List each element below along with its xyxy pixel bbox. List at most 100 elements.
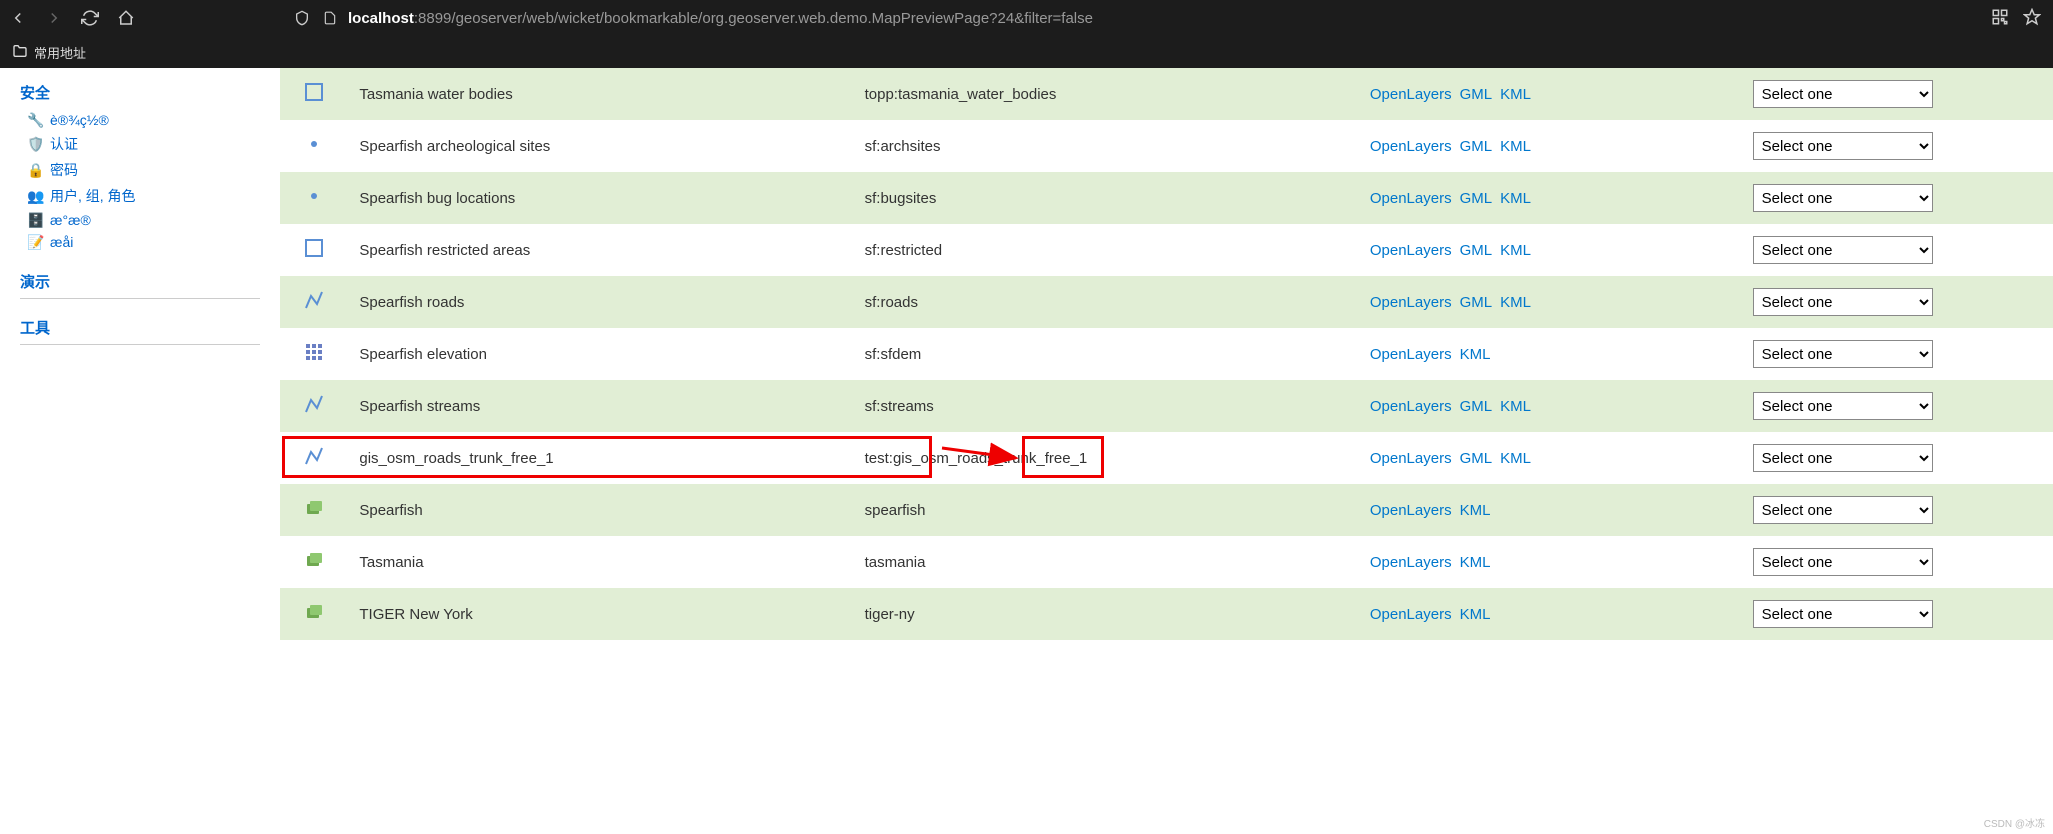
kml-link[interactable]: KML — [1460, 606, 1491, 623]
format-select[interactable]: Select one — [1753, 600, 1933, 628]
gml-link[interactable]: GML — [1460, 294, 1493, 311]
type-icon-cell — [280, 224, 347, 276]
formats-cell: OpenLayers GML KML — [1358, 172, 1741, 224]
formats-cell: OpenLayers GML KML — [1358, 224, 1741, 276]
layer-name: test:gis_osm_roads_trunk_free_1 — [853, 432, 1358, 484]
layer-name: sf:roads — [853, 276, 1358, 328]
sidebar-item-label: æ°æ® — [50, 212, 91, 228]
sidebar-tools-header[interactable]: 工具 — [20, 311, 260, 345]
gml-link[interactable]: GML — [1460, 190, 1493, 207]
table-row: Spearfish streams sf:streams OpenLayersG… — [280, 380, 2053, 432]
table-row: gis_osm_roads_trunk_free_1 test:gis_osm_… — [280, 432, 2053, 484]
layer-title: gis_osm_roads_trunk_free_1 — [347, 432, 852, 484]
openlayers-link[interactable]: OpenLayers — [1370, 606, 1452, 623]
layer-title: TIGER New York — [347, 588, 852, 640]
kml-link[interactable]: KML — [1500, 294, 1531, 311]
format-select[interactable]: Select one — [1753, 548, 1933, 576]
format-select[interactable]: Select one — [1753, 392, 1933, 420]
table-row: Spearfish elevation sf:sfdem OpenLayersK… — [280, 328, 2053, 380]
gml-link[interactable]: GML — [1460, 398, 1493, 415]
type-icon-cell — [280, 536, 347, 588]
table-row: Spearfish archeological sites sf:archsit… — [280, 120, 2053, 172]
format-select[interactable]: Select one — [1753, 80, 1933, 108]
layer-name: spearfish — [853, 484, 1358, 536]
layer-title: Spearfish archeological sites — [347, 120, 852, 172]
sidebar-item-5[interactable]: 📝æåi — [20, 231, 260, 253]
format-select[interactable]: Select one — [1753, 288, 1933, 316]
openlayers-link[interactable]: OpenLayers — [1370, 86, 1452, 103]
formats-cell: OpenLayers KML — [1358, 588, 1741, 640]
table-row: Spearfish restricted areas sf:restricted… — [280, 224, 2053, 276]
table-row: TIGER New York tiger-ny OpenLayersKML Se… — [280, 588, 2053, 640]
sidebar-item-0[interactable]: 🔧 è®¾ç½® — [20, 109, 260, 131]
layer-name: topp:tasmania_water_bodies — [853, 68, 1358, 120]
lock-icon: 🔒 — [28, 162, 44, 178]
back-icon[interactable] — [8, 8, 28, 28]
star-icon[interactable] — [2023, 8, 2041, 29]
openlayers-link[interactable]: OpenLayers — [1370, 502, 1452, 519]
kml-link[interactable]: KML — [1500, 86, 1531, 103]
reload-icon[interactable] — [80, 8, 100, 28]
layer-name: sf:streams — [853, 380, 1358, 432]
format-select[interactable]: Select one — [1753, 340, 1933, 368]
sidebar-item-3[interactable]: 👥用户, 组, 角色 — [20, 183, 260, 209]
shield-url-icon[interactable] — [292, 8, 312, 28]
gml-link[interactable]: GML — [1460, 242, 1493, 259]
forward-icon — [44, 8, 64, 28]
kml-link[interactable]: KML — [1460, 346, 1491, 363]
openlayers-link[interactable]: OpenLayers — [1370, 190, 1452, 207]
openlayers-link[interactable]: OpenLayers — [1370, 294, 1452, 311]
openlayers-link[interactable]: OpenLayers — [1370, 242, 1452, 259]
openlayers-link[interactable]: OpenLayers — [1370, 450, 1452, 467]
kml-link[interactable]: KML — [1500, 450, 1531, 467]
sidebar-security-header[interactable]: 安全 — [20, 76, 260, 109]
formats-cell: OpenLayers GML KML — [1358, 68, 1741, 120]
format-select[interactable]: Select one — [1753, 236, 1933, 264]
formats-cell: OpenLayers GML KML — [1358, 432, 1741, 484]
kml-link[interactable]: KML — [1500, 398, 1531, 415]
gml-link[interactable]: GML — [1460, 450, 1493, 467]
kml-link[interactable]: KML — [1460, 502, 1491, 519]
shield-icon: 🛡️ — [28, 136, 44, 152]
note-icon: 📝 — [28, 234, 44, 250]
format-select[interactable]: Select one — [1753, 132, 1933, 160]
type-icon-cell — [280, 276, 347, 328]
folder-icon — [12, 43, 28, 62]
sidebar-item-1[interactable]: 🛡️ 认证 — [20, 131, 260, 157]
bookmark-common[interactable]: 常用地址 — [34, 43, 86, 62]
gml-link[interactable]: GML — [1460, 138, 1493, 155]
sidebar: 安全 🔧 è®¾ç½® 🛡️ 认证 🔒 密码 👥用户, 组, 角色 🗄️ æ°æ® 📝æåi 演示… — [0, 68, 280, 640]
table-row: Tasmania water bodies topp:tasmania_wate… — [280, 68, 2053, 120]
kml-link[interactable]: KML — [1500, 190, 1531, 207]
db-icon: 🗄️ — [28, 212, 44, 228]
format-select[interactable]: Select one — [1753, 444, 1933, 472]
wrench-icon: 🔧 — [28, 112, 44, 128]
gml-link[interactable]: GML — [1460, 86, 1493, 103]
kml-link[interactable]: KML — [1500, 242, 1531, 259]
layer-name: sf:sfdem — [853, 328, 1358, 380]
url-text[interactable]: localhost:8899/geoserver/web/wicket/book… — [348, 10, 1093, 27]
sidebar-item-4[interactable]: 🗄️ æ°æ® — [20, 209, 260, 231]
sidebar-item-label: 用户, 组, 角色 — [50, 186, 136, 206]
sidebar-item-2[interactable]: 🔒 密码 — [20, 157, 260, 183]
qr-icon[interactable] — [1991, 8, 2009, 29]
openlayers-link[interactable]: OpenLayers — [1370, 398, 1452, 415]
format-select[interactable]: Select one — [1753, 496, 1933, 524]
format-select[interactable]: Select one — [1753, 184, 1933, 212]
sidebar-demo-header[interactable]: 演示 — [20, 265, 260, 299]
openlayers-link[interactable]: OpenLayers — [1370, 554, 1452, 571]
layer-title: Tasmania — [347, 536, 852, 588]
kml-link[interactable]: KML — [1500, 138, 1531, 155]
layer-title: Spearfish roads — [347, 276, 852, 328]
sidebar-item-label: è®¾ç½® — [50, 112, 109, 128]
openlayers-link[interactable]: OpenLayers — [1370, 346, 1452, 363]
sidebar-item-label: 认证 — [50, 134, 78, 154]
formats-cell: OpenLayers KML — [1358, 484, 1741, 536]
home-icon[interactable] — [116, 8, 136, 28]
type-icon-cell — [280, 120, 347, 172]
openlayers-link[interactable]: OpenLayers — [1370, 138, 1452, 155]
type-icon-cell — [280, 380, 347, 432]
kml-link[interactable]: KML — [1460, 554, 1491, 571]
file-url-icon — [320, 8, 340, 28]
sidebar-item-label: 密码 — [50, 160, 78, 180]
